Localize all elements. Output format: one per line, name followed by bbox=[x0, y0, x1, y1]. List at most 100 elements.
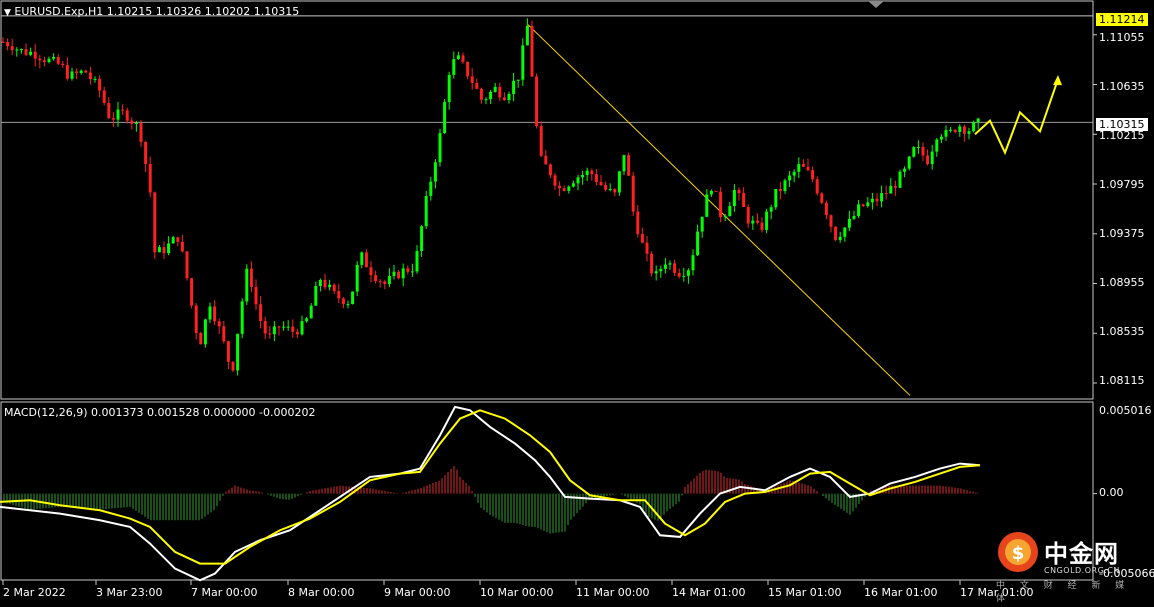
bear-candle bbox=[875, 198, 879, 202]
bull-candle bbox=[866, 202, 870, 207]
bull-candle bbox=[843, 227, 847, 237]
bear-candle bbox=[231, 361, 235, 371]
macd-header: MACD(12,26,9) 0.001373 0.001528 0.000000… bbox=[4, 406, 316, 419]
bull-candle bbox=[769, 207, 773, 212]
chart-canvas[interactable] bbox=[0, 0, 1154, 603]
bull-candle bbox=[328, 284, 332, 288]
bear-candle bbox=[378, 281, 382, 283]
bear-candle bbox=[291, 326, 295, 332]
time-tick-label: 14 Mar 01:00 bbox=[672, 586, 746, 599]
bear-candle bbox=[61, 63, 65, 66]
time-tick-label: 3 Mar 23:00 bbox=[96, 586, 163, 599]
bull-candle bbox=[208, 306, 212, 320]
bull-candle bbox=[765, 211, 769, 230]
bull-candle bbox=[939, 136, 943, 140]
bull-candle bbox=[622, 155, 626, 172]
bear-candle bbox=[755, 220, 759, 223]
bull-candle bbox=[912, 147, 916, 157]
trading-chart-window[interactable]: ▼ EURUSD.Exp,H1 1.10215 1.10326 1.10202 … bbox=[0, 0, 1154, 604]
bear-candle bbox=[217, 321, 221, 327]
high-price-badge: 1.11214 bbox=[1096, 13, 1148, 26]
bull-candle bbox=[682, 275, 686, 277]
bear-candle bbox=[760, 222, 764, 230]
scroll-shift-marker bbox=[868, 1, 884, 8]
time-tick-label: 7 Mar 00:00 bbox=[191, 586, 258, 599]
bear-candle bbox=[479, 88, 483, 100]
bear-candle bbox=[369, 267, 373, 276]
bull-candle bbox=[521, 45, 525, 80]
bull-candle bbox=[972, 122, 976, 132]
bull-candle bbox=[788, 175, 792, 181]
bull-candle bbox=[976, 118, 980, 123]
bull-candle bbox=[751, 220, 755, 224]
bear-candle bbox=[38, 58, 42, 61]
bull-candle bbox=[847, 218, 851, 228]
bull-candle bbox=[401, 268, 405, 279]
bear-candle bbox=[263, 320, 267, 334]
bear-candle bbox=[148, 163, 152, 193]
watermark-domain: CNGOLD.ORG.CN bbox=[1044, 566, 1120, 575]
bear-candle bbox=[893, 185, 897, 188]
bull-candle bbox=[305, 318, 309, 322]
price-tick-label: 1.09375 bbox=[1099, 227, 1145, 240]
bear-candle bbox=[502, 97, 506, 101]
bear-candle bbox=[153, 192, 157, 253]
bull-candle bbox=[783, 180, 787, 192]
bear-candle bbox=[811, 170, 815, 180]
macd-pane-frame bbox=[0, 401, 1094, 581]
bull-candle bbox=[484, 99, 488, 101]
bull-candle bbox=[245, 268, 249, 302]
bull-candle bbox=[576, 177, 580, 184]
bull-candle bbox=[944, 130, 948, 137]
cngold-watermark: $ 中金网 CNGOLD.ORG.CN 中 文 财 经 新 媒 体 bbox=[996, 528, 1146, 604]
bear-candle bbox=[277, 326, 281, 328]
bull-candle bbox=[433, 162, 437, 182]
bear-candle bbox=[778, 188, 782, 192]
bull-candle bbox=[157, 247, 161, 253]
current-price-badge: 1.10315 bbox=[1096, 118, 1148, 131]
price-tick-label: 1.08115 bbox=[1099, 374, 1145, 387]
symbol-header-text: EURUSD.Exp,H1 1.10215 1.10326 1.10202 1.… bbox=[14, 5, 300, 18]
bear-candle bbox=[125, 110, 129, 121]
bear-candle bbox=[185, 251, 189, 279]
bear-candle bbox=[650, 253, 654, 274]
bull-candle bbox=[507, 93, 511, 101]
bull-candle bbox=[889, 185, 893, 194]
bull-candle bbox=[585, 170, 589, 175]
bear-candle bbox=[180, 241, 184, 252]
bear-candle bbox=[295, 331, 299, 335]
bear-candle bbox=[111, 118, 115, 120]
bull-candle bbox=[608, 189, 612, 191]
macd-tick-label: 0.00 bbox=[1099, 486, 1124, 499]
bear-candle bbox=[65, 65, 69, 79]
bear-candle bbox=[590, 170, 594, 175]
bear-candle bbox=[530, 25, 534, 77]
bear-candle bbox=[539, 125, 543, 156]
bear-candle bbox=[42, 60, 46, 62]
bull-candle bbox=[567, 186, 571, 191]
bull-candle bbox=[654, 271, 658, 274]
forecast-arrow-head bbox=[1053, 75, 1062, 86]
bull-candle bbox=[15, 49, 19, 51]
bull-candle bbox=[47, 58, 51, 62]
bear-candle bbox=[466, 61, 470, 77]
time-tick-label: 10 Mar 00:00 bbox=[480, 586, 554, 599]
price-pane-frame bbox=[0, 0, 1094, 400]
bull-candle bbox=[387, 276, 391, 285]
bull-candle bbox=[236, 333, 240, 371]
bull-candle bbox=[79, 70, 83, 73]
bear-candle bbox=[645, 242, 649, 254]
bull-candle bbox=[967, 131, 971, 134]
bear-candle bbox=[824, 202, 828, 216]
time-tick-label: 9 Mar 00:00 bbox=[384, 586, 451, 599]
bull-candle bbox=[525, 25, 529, 46]
bear-candle bbox=[226, 341, 230, 362]
watermark-tagline: 中 文 财 经 新 媒 体 bbox=[996, 581, 1131, 604]
bear-candle bbox=[98, 78, 102, 91]
bear-candle bbox=[599, 182, 603, 186]
bull-candle bbox=[935, 139, 939, 152]
bull-candle bbox=[696, 231, 700, 256]
bull-candle bbox=[29, 51, 33, 55]
bull-candle bbox=[668, 263, 672, 265]
collapse-arrow-icon[interactable]: ▼ bbox=[4, 8, 11, 18]
